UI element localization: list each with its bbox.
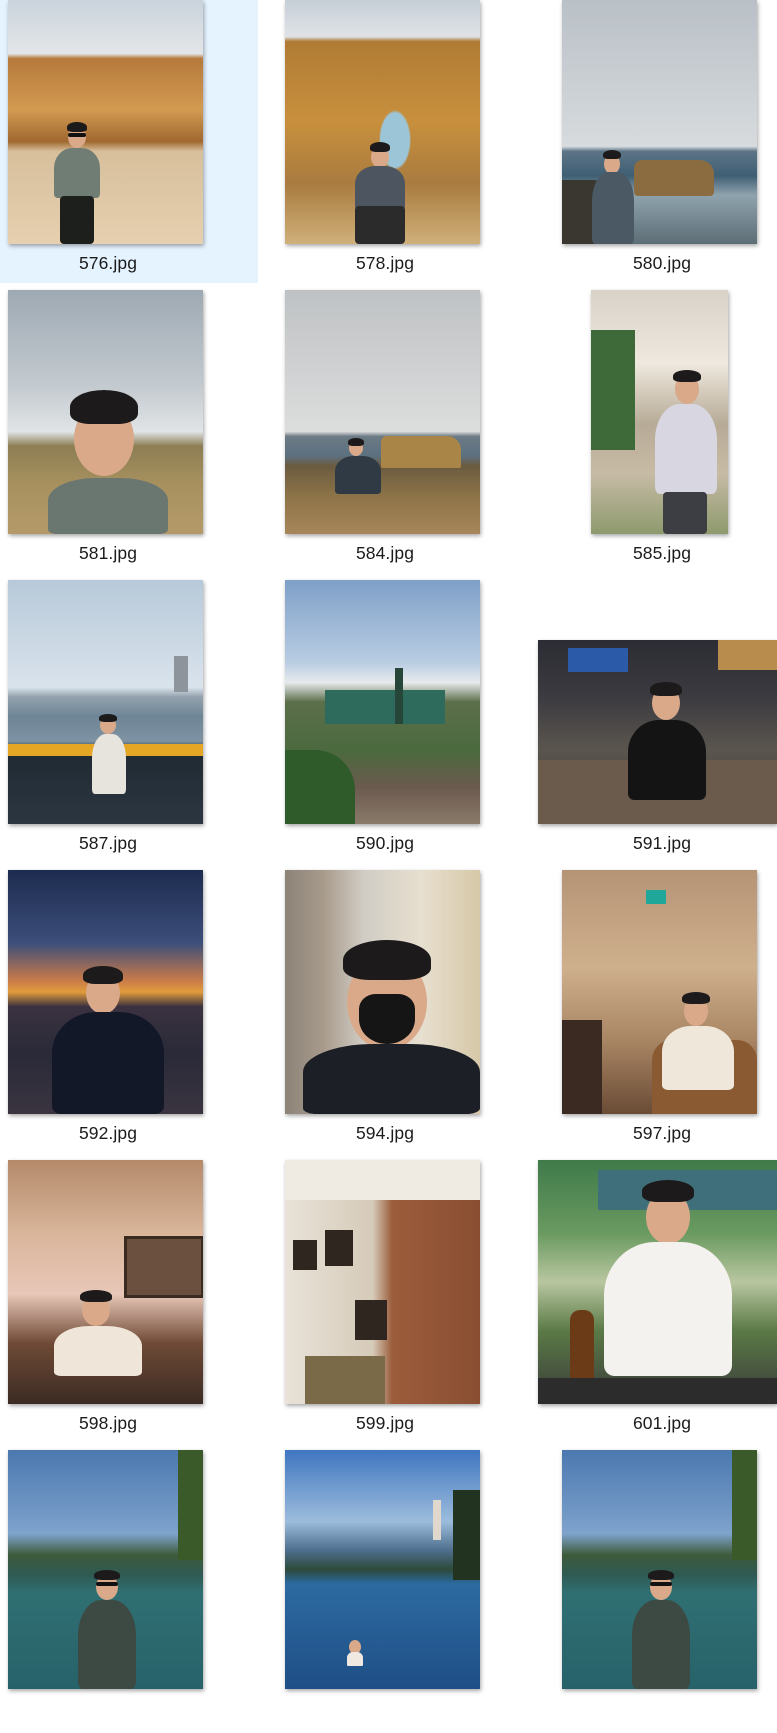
file-tile[interactable]: 584.jpg — [277, 290, 535, 573]
file-name-label[interactable]: 598.jpg — [0, 1413, 216, 1434]
file-tile[interactable]: 599.jpg — [277, 1160, 535, 1443]
file-tile[interactable]: 592.jpg — [0, 870, 258, 1153]
file-tile[interactable] — [0, 1450, 258, 1733]
thumbnail-image[interactable] — [8, 580, 203, 824]
file-name-label[interactable]: 590.jpg — [277, 833, 493, 854]
file-name-label[interactable]: 594.jpg — [277, 1123, 493, 1144]
file-tile[interactable]: 587.jpg — [0, 580, 258, 863]
thumbnail-image[interactable] — [285, 1160, 480, 1404]
file-name-label[interactable]: 580.jpg — [554, 253, 770, 274]
file-name-label[interactable]: 592.jpg — [0, 1123, 216, 1144]
thumbnail-image[interactable] — [562, 1450, 757, 1689]
file-tile[interactable]: 576.jpg — [0, 0, 258, 283]
thumbnail-image[interactable] — [538, 640, 777, 824]
file-name-label[interactable]: 581.jpg — [0, 543, 216, 564]
thumbnail-image[interactable] — [591, 290, 728, 534]
file-tile[interactable] — [554, 1450, 777, 1733]
file-tile[interactable]: 580.jpg — [554, 0, 777, 283]
file-name-label[interactable]: 578.jpg — [277, 253, 493, 274]
file-name-label[interactable]: 576.jpg — [0, 253, 216, 274]
thumbnail-image[interactable] — [538, 1160, 777, 1404]
thumbnail-image[interactable] — [562, 0, 757, 244]
thumbnail-image[interactable] — [285, 0, 480, 244]
file-tile[interactable]: 598.jpg — [0, 1160, 258, 1443]
thumbnail-image[interactable] — [8, 0, 203, 244]
thumbnail-image[interactable] — [8, 290, 203, 534]
file-name-label[interactable]: 601.jpg — [554, 1413, 770, 1434]
file-tile[interactable]: 590.jpg — [277, 580, 535, 863]
file-tile[interactable]: 585.jpg — [554, 290, 777, 573]
file-name-label[interactable]: 587.jpg — [0, 833, 216, 854]
file-tile[interactable]: 581.jpg — [0, 290, 258, 573]
file-tile[interactable]: 591.jpg — [520, 580, 777, 863]
thumbnail-image[interactable] — [8, 1160, 203, 1404]
file-name-label[interactable]: 597.jpg — [554, 1123, 770, 1144]
thumbnail-image[interactable] — [285, 580, 480, 824]
file-name-label[interactable]: 585.jpg — [554, 543, 770, 564]
file-tile[interactable]: 597.jpg — [554, 870, 777, 1153]
file-name-label[interactable]: 591.jpg — [554, 833, 770, 854]
thumbnail-image[interactable] — [562, 870, 757, 1114]
file-tile[interactable]: 601.jpg — [520, 1160, 777, 1443]
file-name-label[interactable]: 584.jpg — [277, 543, 493, 564]
thumbnail-image[interactable] — [285, 870, 480, 1114]
thumbnail-image[interactable] — [8, 1450, 203, 1689]
file-tile[interactable]: 578.jpg — [277, 0, 535, 283]
file-tile[interactable]: 594.jpg — [277, 870, 535, 1153]
file-name-label[interactable]: 599.jpg — [277, 1413, 493, 1434]
thumbnail-image[interactable] — [285, 290, 480, 534]
file-tile[interactable] — [277, 1450, 535, 1733]
thumbnail-image[interactable] — [8, 870, 203, 1114]
thumbnail-image[interactable] — [285, 1450, 480, 1689]
